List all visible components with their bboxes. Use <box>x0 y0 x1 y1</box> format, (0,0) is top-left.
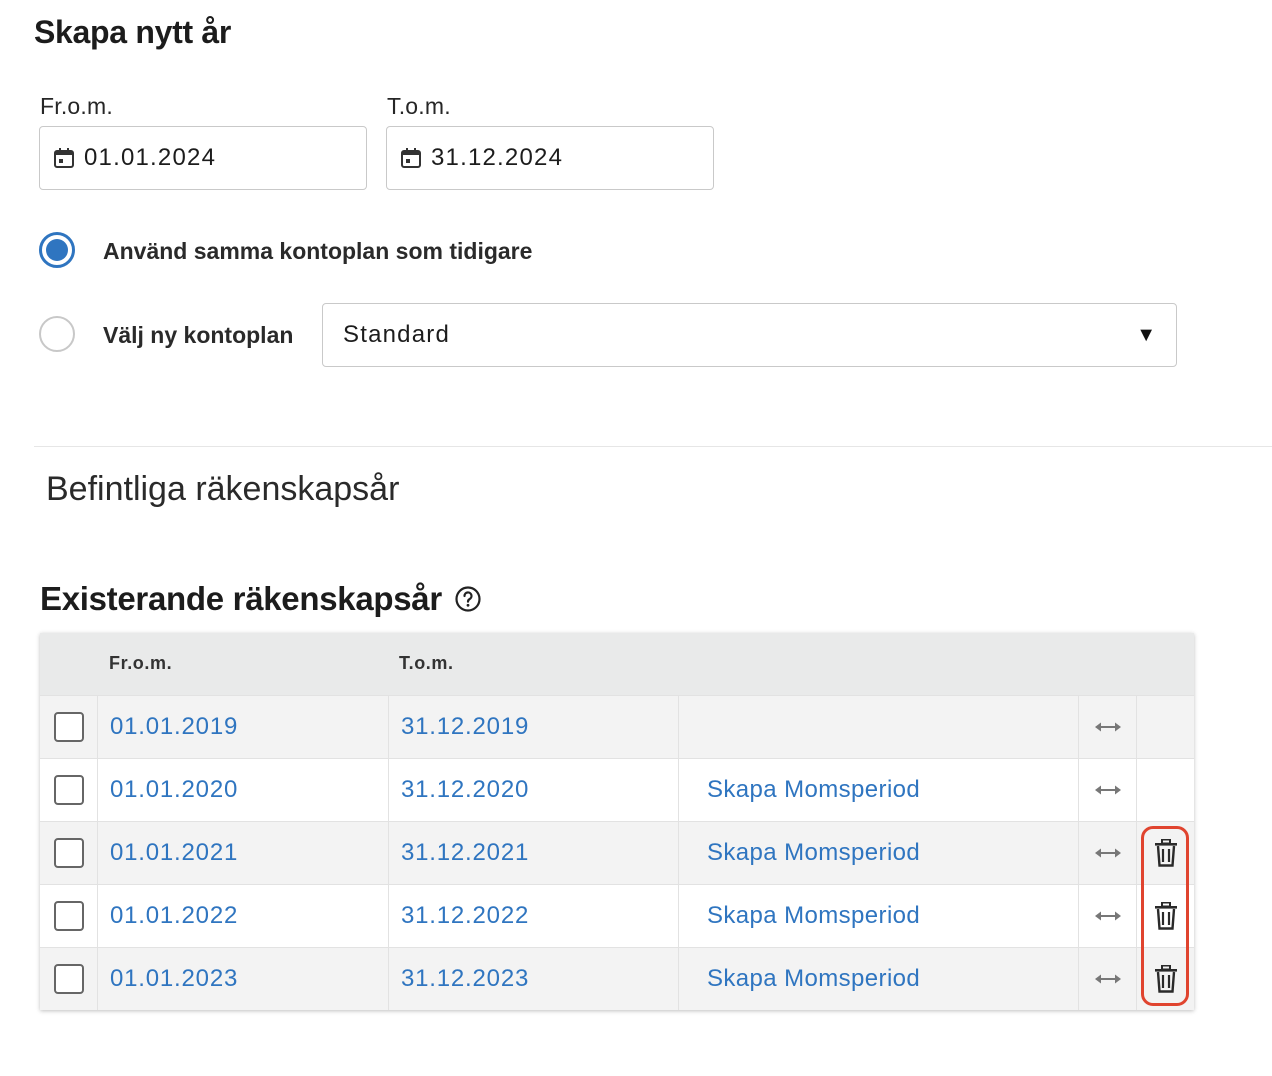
calendar-icon <box>54 148 74 168</box>
from-date-link[interactable]: 01.01.2022 <box>110 902 238 930</box>
row-select-cell <box>40 948 98 1010</box>
radio-same-account-plan-label[interactable]: Använd samma kontoplan som tidigare <box>103 238 532 265</box>
resize-horizontal-icon <box>1094 848 1121 858</box>
delete-cell <box>1137 696 1194 758</box>
section-title: Existerande räkenskapsår <box>40 580 482 618</box>
table-row: 01.01.2022 31.12.2022 Skapa Momsperiod <box>40 884 1194 947</box>
action-cell: Skapa Momsperiod <box>679 822 1079 884</box>
help-circle-icon[interactable] <box>454 585 482 613</box>
column-header-to[interactable]: T.o.m. <box>399 653 454 674</box>
trash-icon <box>1154 965 1177 993</box>
action-cell <box>679 696 1079 758</box>
to-date-link[interactable]: 31.12.2019 <box>401 713 529 741</box>
table-row: 01.01.2019 31.12.2019 <box>40 695 1194 758</box>
to-date-input[interactable]: 31.12.2024 <box>386 126 714 190</box>
to-date-cell: 31.12.2021 <box>389 822 679 884</box>
from-date-link[interactable]: 01.01.2019 <box>110 713 238 741</box>
to-date-link[interactable]: 31.12.2020 <box>401 776 529 804</box>
row-checkbox[interactable] <box>53 964 84 994</box>
resize-horizontal-icon <box>1094 722 1121 732</box>
page-title: Skapa nytt år <box>34 14 232 50</box>
delete-cell[interactable] <box>1137 885 1194 947</box>
resize-horizontal-icon <box>1094 785 1121 795</box>
move-cell[interactable] <box>1079 948 1137 1010</box>
move-cell[interactable] <box>1079 822 1137 884</box>
row-select-cell <box>40 822 98 884</box>
from-date-cell: 01.01.2019 <box>98 696 389 758</box>
delete-cell[interactable] <box>1137 948 1194 1010</box>
move-cell[interactable] <box>1079 759 1137 821</box>
move-cell[interactable] <box>1079 885 1137 947</box>
from-label: Fr.o.m. <box>40 93 113 119</box>
row-checkbox[interactable] <box>53 775 84 805</box>
row-checkbox[interactable] <box>53 838 84 868</box>
account-plan-selected-value: Standard <box>343 321 451 348</box>
to-label: T.o.m. <box>387 93 451 119</box>
table-row: 01.01.2021 31.12.2021 Skapa Momsperiod <box>40 821 1194 884</box>
from-date-cell: 01.01.2023 <box>98 948 389 1010</box>
to-date-cell: 31.12.2023 <box>389 948 679 1010</box>
trash-icon <box>1154 839 1177 867</box>
to-date-value: 31.12.2024 <box>431 144 564 171</box>
from-date-input[interactable]: 01.01.2024 <box>39 126 367 190</box>
row-checkbox[interactable] <box>53 712 84 742</box>
create-vat-period-link[interactable]: Skapa Momsperiod <box>707 776 920 804</box>
from-date-link[interactable]: 01.01.2020 <box>110 776 238 804</box>
calendar-icon <box>401 148 421 168</box>
create-vat-period-link[interactable]: Skapa Momsperiod <box>707 965 920 993</box>
from-date-link[interactable]: 01.01.2021 <box>110 839 238 867</box>
table-header: Fr.o.m. T.o.m. <box>40 633 1194 696</box>
to-date-cell: 31.12.2019 <box>389 696 679 758</box>
delete-cell[interactable] <box>1137 822 1194 884</box>
section-divider <box>34 446 1272 447</box>
from-date-link[interactable]: 01.01.2023 <box>110 965 238 993</box>
resize-horizontal-icon <box>1094 974 1121 984</box>
row-checkbox[interactable] <box>53 901 84 931</box>
section-title-text: Existerande räkenskapsår <box>40 580 442 617</box>
create-vat-period-link[interactable]: Skapa Momsperiod <box>707 839 920 867</box>
create-vat-period-link[interactable]: Skapa Momsperiod <box>707 902 920 930</box>
action-cell: Skapa Momsperiod <box>679 759 1079 821</box>
to-date-link[interactable]: 31.12.2021 <box>401 839 529 867</box>
resize-horizontal-icon <box>1094 911 1121 921</box>
from-date-cell: 01.01.2022 <box>98 885 389 947</box>
radio-selected-dot <box>46 239 68 261</box>
radio-new-account-plan-label[interactable]: Välj ny kontoplan <box>103 322 293 349</box>
to-date-link[interactable]: 31.12.2023 <box>401 965 529 993</box>
to-date-cell: 31.12.2020 <box>389 759 679 821</box>
from-date-cell: 01.01.2021 <box>98 822 389 884</box>
delete-cell <box>1137 759 1194 821</box>
fiscal-years-table: Fr.o.m. T.o.m. 01.01.2019 31.12.2019 01.01… <box>40 633 1194 1010</box>
account-plan-select[interactable]: Standard ▼ <box>322 303 1177 367</box>
trash-icon <box>1154 902 1177 930</box>
row-select-cell <box>40 885 98 947</box>
move-cell[interactable] <box>1079 696 1137 758</box>
action-cell: Skapa Momsperiod <box>679 885 1079 947</box>
to-date-cell: 31.12.2022 <box>389 885 679 947</box>
section-subtitle: Befintliga räkenskapsår <box>46 470 400 508</box>
to-date-link[interactable]: 31.12.2022 <box>401 902 529 930</box>
table-row: 01.01.2023 31.12.2023 Skapa Momsperiod <box>40 947 1194 1010</box>
row-select-cell <box>40 759 98 821</box>
radio-new-account-plan[interactable] <box>39 316 75 352</box>
from-date-cell: 01.01.2020 <box>98 759 389 821</box>
row-select-cell <box>40 696 98 758</box>
action-cell: Skapa Momsperiod <box>679 948 1079 1010</box>
table-row: 01.01.2020 31.12.2020 Skapa Momsperiod <box>40 758 1194 821</box>
column-header-from[interactable]: Fr.o.m. <box>109 653 172 674</box>
radio-same-account-plan[interactable] <box>39 232 75 268</box>
from-date-value: 01.01.2024 <box>84 144 217 171</box>
dropdown-arrow-icon: ▼ <box>1136 323 1156 346</box>
